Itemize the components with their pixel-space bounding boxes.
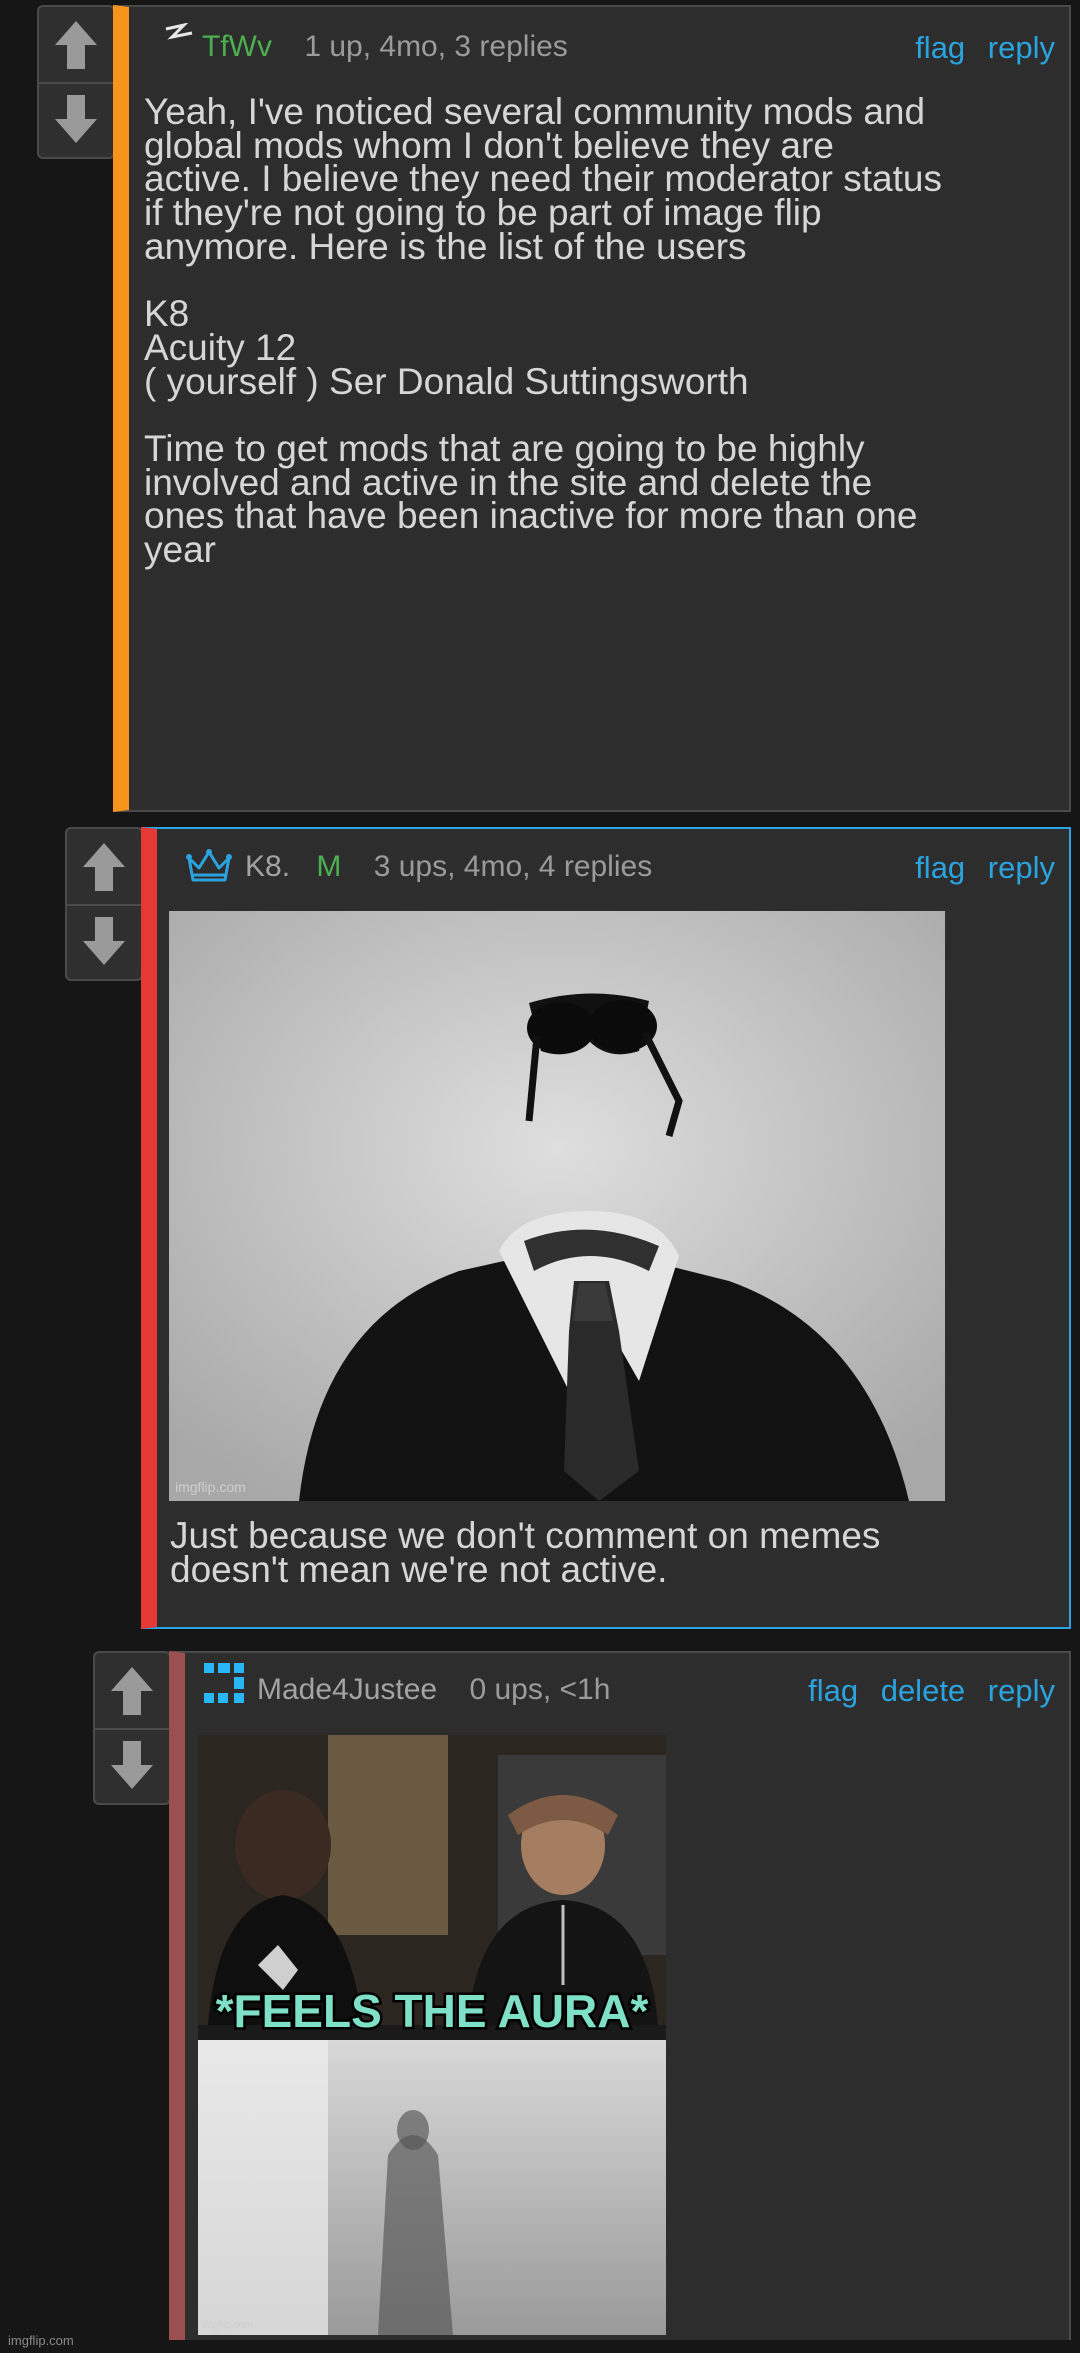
page-watermark: imgflip.com [8, 2333, 74, 2348]
comment-actions: flag reply [901, 30, 1055, 66]
username[interactable]: TfWv [202, 30, 272, 63]
delete-link[interactable]: delete [881, 1673, 965, 1708]
comment-thread: TfWv 1 up, 4mo, 3 replies flag reply Yea… [0, 0, 1080, 2353]
comment-mod: K8. M 3 ups, 4mo, 4 replies flag reply i… [141, 827, 1071, 1629]
arrow-down-icon [83, 917, 125, 965]
comment-image[interactable]: *FEELS THE AURA* imgflip.com [198, 1735, 666, 2335]
downvote-button[interactable] [95, 1727, 169, 1803]
crown-icon [186, 849, 232, 882]
flag-link[interactable]: flag [915, 850, 965, 885]
reply-link[interactable]: reply [988, 1673, 1055, 1708]
comment-meta: TfWv 1 up, 4mo, 3 replies [202, 29, 568, 65]
comment-body: Yeah, I've noticed several community mod… [144, 91, 942, 571]
username[interactable]: K8. [245, 850, 290, 883]
arrow-up-icon [111, 1667, 153, 1715]
comment-body: Just because we don't comment on memes d… [170, 1515, 881, 1590]
arrow-up-icon [83, 843, 125, 891]
image-caption: *FEELS THE AURA* [216, 1985, 649, 2037]
arrow-down-icon [111, 1741, 153, 1789]
upvote-button[interactable] [95, 1653, 169, 1729]
vote-box [93, 1651, 171, 1805]
comment-meta: K8. M 3 ups, 4mo, 4 replies [245, 849, 652, 885]
comment-stats: 3 ups, 4mo, 4 replies [373, 850, 653, 883]
flag-link[interactable]: flag [808, 1673, 858, 1708]
comment: Made4Justee 0 ups, <1h flag delete reply [169, 1651, 1071, 2340]
arrow-down-icon [55, 95, 97, 143]
username[interactable]: Made4Justee [257, 1673, 437, 1706]
arrow-up-icon [55, 21, 97, 69]
image-watermark: imgflip.com [202, 2320, 253, 2331]
reply-link[interactable]: reply [988, 850, 1055, 885]
invisible-man-illustration [169, 911, 945, 1501]
upvote-button[interactable] [39, 7, 113, 83]
lightning-badge-icon [165, 23, 193, 40]
comment-actions: flag delete reply [794, 1673, 1055, 1709]
upvote-button[interactable] [67, 829, 141, 905]
comment-meta: Made4Justee 0 ups, <1h [257, 1672, 610, 1708]
downvote-button[interactable] [39, 81, 113, 157]
pixel-avatar-icon [204, 1663, 244, 1703]
vote-box [65, 827, 143, 981]
reply-link[interactable]: reply [988, 30, 1055, 65]
reaction-gif-illustration: *FEELS THE AURA* [198, 1735, 666, 2335]
comment-stats: 0 ups, <1h [469, 1673, 611, 1706]
image-watermark: imgflip.com [175, 1479, 246, 1495]
vote-box [37, 5, 115, 159]
comment-image[interactable]: imgflip.com [169, 911, 945, 1501]
comment-actions: flag reply [901, 850, 1055, 886]
mod-badge: M [316, 850, 342, 883]
flag-link[interactable]: flag [915, 30, 965, 65]
comment-stats: 1 up, 4mo, 3 replies [304, 30, 568, 63]
downvote-button[interactable] [67, 903, 141, 979]
comment: TfWv 1 up, 4mo, 3 replies flag reply Yea… [113, 5, 1071, 812]
